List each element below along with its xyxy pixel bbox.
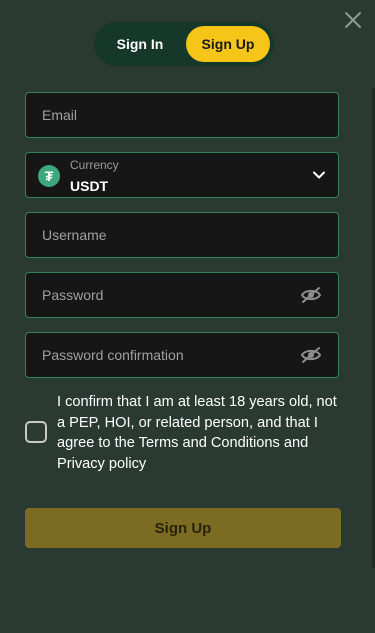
currency-select[interactable]: ₮ Currency USDT [25, 152, 339, 198]
username-field-wrapper [25, 212, 339, 258]
username-input[interactable] [26, 213, 338, 257]
password-input[interactable] [26, 273, 338, 317]
password-confirmation-input[interactable] [26, 333, 338, 377]
password-confirmation-field-wrapper [25, 332, 339, 378]
tab-sign-up[interactable]: Sign Up [186, 26, 270, 62]
email-field-wrapper [25, 92, 339, 138]
eye-off-icon[interactable] [300, 346, 322, 364]
currency-value: USDT [70, 178, 109, 194]
email-input[interactable] [26, 93, 338, 137]
currency-label: Currency [70, 158, 119, 172]
tether-icon: ₮ [38, 165, 60, 187]
eye-off-icon[interactable] [300, 286, 322, 304]
close-icon [345, 12, 361, 28]
chevron-down-icon [312, 168, 326, 182]
password-field-wrapper [25, 272, 339, 318]
consent-checkbox[interactable] [25, 421, 47, 443]
tab-sign-in[interactable]: Sign In [96, 26, 184, 62]
sign-up-submit-button[interactable]: Sign Up [25, 508, 341, 548]
auth-toggle: Sign In Sign Up [94, 22, 274, 66]
consent-text: I confirm that I am at least 18 years ol… [57, 394, 337, 472]
close-button[interactable] [344, 11, 362, 29]
